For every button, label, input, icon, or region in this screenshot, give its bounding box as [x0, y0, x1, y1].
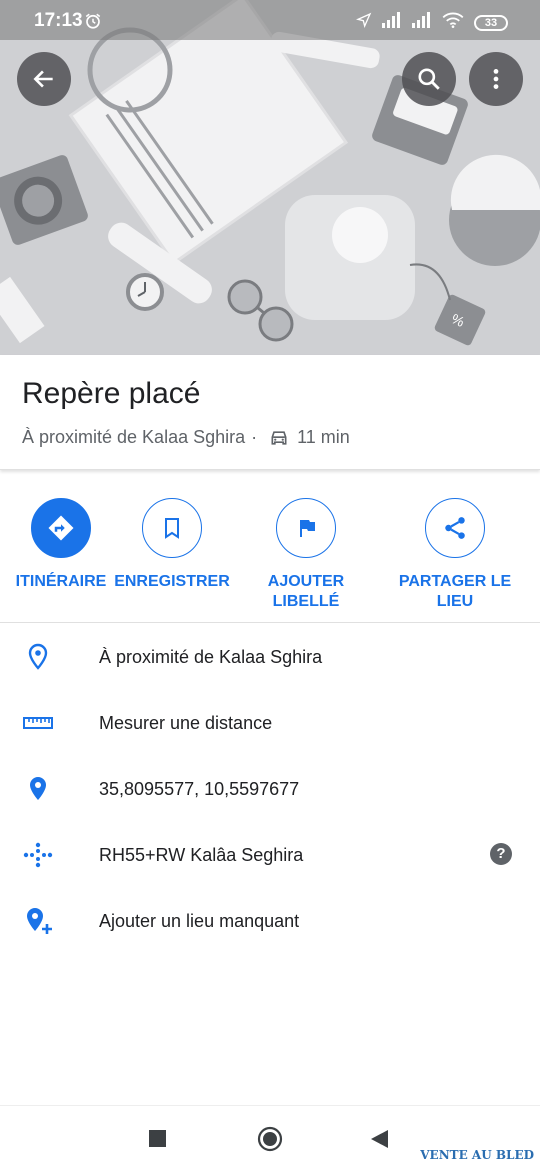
action-row: ITINÉRAIRE ENREGISTRER AJOUTER LIBELLÉ P… — [0, 478, 540, 623]
header-illustration: % — [0, 0, 540, 355]
more-vert-icon — [493, 69, 499, 89]
watermark: VENTE AU BLED — [420, 1148, 534, 1162]
arrow-back-icon — [33, 70, 53, 88]
location-outline-icon — [22, 641, 54, 673]
directions-label: ITINÉRAIRE — [15, 573, 107, 590]
location-pin-icon — [22, 773, 54, 805]
list-item-text: RH55+RW Kalâa Seghira — [99, 844, 304, 865]
list-item-measure-distance[interactable]: Mesurer une distance — [0, 690, 540, 756]
save-circle — [142, 498, 202, 558]
share-button[interactable]: PARTAGER LE LIEU — [390, 498, 520, 612]
separator-dot: · — [251, 427, 258, 447]
list-item-text: À proximité de Kalaa Sghira — [99, 646, 323, 667]
add-label-circle — [276, 498, 336, 558]
place-subtitle: À proximité de Kalaa Sghira · 11 min — [22, 427, 350, 448]
home-button[interactable] — [257, 1126, 283, 1157]
search-icon — [418, 68, 440, 90]
status-icons: 33 — [355, 12, 508, 33]
ruler-icon — [22, 707, 54, 739]
save-button[interactable]: ENREGISTRER — [107, 498, 237, 592]
status-time: 17:13 — [34, 10, 83, 31]
wifi-icon — [442, 12, 464, 33]
back-button[interactable] — [17, 52, 71, 106]
more-options-button[interactable] — [469, 52, 523, 106]
car-icon — [269, 429, 289, 447]
list-item-coordinates[interactable]: 35,8095577, 10,5597677 — [0, 756, 540, 822]
system-nav-bar: VENTE AU BLED — [0, 1105, 540, 1170]
directions-circle — [31, 498, 91, 558]
illustration-graphic: % — [0, 0, 540, 355]
plus-code-icon — [22, 839, 54, 871]
back-nav-button[interactable] — [371, 1130, 388, 1153]
share-circle — [425, 498, 485, 558]
home-circle-icon — [257, 1126, 283, 1152]
alarm-icon — [84, 12, 102, 35]
place-location-text: À proximité de Kalaa Sghira — [22, 427, 246, 447]
add-place-icon — [22, 905, 54, 937]
drive-time: 11 min — [297, 427, 350, 447]
list-item-plus-code[interactable]: RH55+RW Kalâa Seghira ? — [0, 822, 540, 888]
page-title: Repère placé — [22, 377, 201, 410]
bookmark-icon — [165, 518, 179, 539]
battery-indicator: 33 — [474, 14, 508, 31]
add-label-button[interactable]: AJOUTER LIBELLÉ — [241, 498, 371, 612]
search-button[interactable] — [402, 52, 456, 106]
share-icon — [445, 517, 465, 539]
list-item-text: Mesurer une distance — [99, 712, 273, 733]
list-item-text: Ajouter un lieu manquant — [99, 910, 300, 931]
location-arrow-icon — [355, 12, 372, 33]
flag-icon — [300, 520, 315, 537]
signal-icon — [382, 12, 402, 33]
square-icon — [149, 1130, 166, 1147]
directions-icon — [48, 515, 74, 541]
place-title-card: Repère placé À proximité de Kalaa Sghira… — [0, 355, 540, 470]
add-label-label: AJOUTER LIBELLÉ — [267, 573, 345, 610]
help-icon[interactable]: ? — [490, 843, 512, 865]
save-label: ENREGISTRER — [114, 573, 230, 590]
recent-apps-button[interactable] — [149, 1130, 166, 1152]
list-item-nearby-location[interactable]: À proximité de Kalaa Sghira — [0, 624, 540, 690]
status-bar: 17:13 33 — [0, 0, 540, 40]
signal-icon-2 — [412, 12, 432, 33]
triangle-back-icon — [371, 1130, 388, 1148]
list-item-text: 35,8095577, 10,5597677 — [99, 778, 300, 799]
list-item-add-missing-place[interactable]: Ajouter un lieu manquant — [0, 888, 540, 954]
share-label: PARTAGER LE LIEU — [398, 573, 512, 610]
